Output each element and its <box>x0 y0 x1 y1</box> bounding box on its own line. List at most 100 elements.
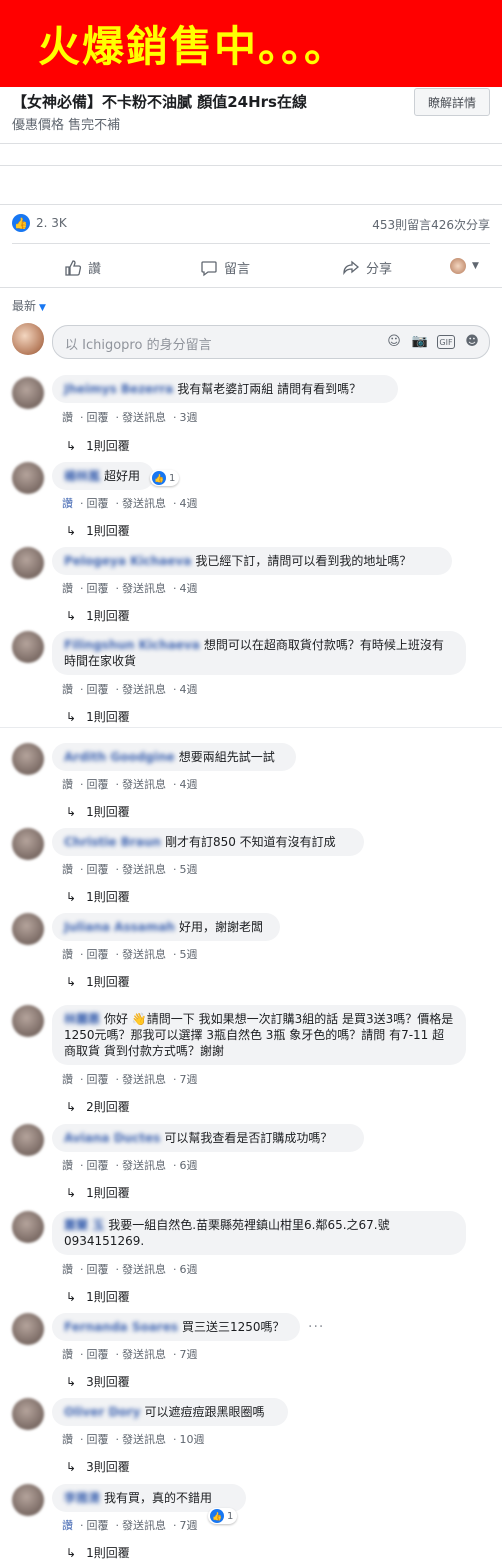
avatar[interactable] <box>12 828 44 860</box>
commenter-name[interactable]: Christie Braun <box>64 835 161 849</box>
comment-reply-link[interactable]: 回覆 <box>87 683 109 696</box>
commenter-name[interactable]: Pelogeya Kichaeva <box>64 554 191 568</box>
comment-reply-link[interactable]: 回覆 <box>87 863 109 876</box>
comment-like-link[interactable]: 讚 <box>62 1348 73 1361</box>
commenter-name[interactable]: 蕭蘭 玉 <box>64 1218 104 1232</box>
send-message-link[interactable]: 發送訊息 <box>122 582 166 595</box>
sticker-icon[interactable]: ☻ <box>463 332 481 350</box>
send-message-link[interactable]: 發送訊息 <box>122 1519 166 1532</box>
commenter-name[interactable]: Fernanda Soares <box>64 1320 178 1334</box>
avatar[interactable] <box>12 743 44 775</box>
comment-like-link[interactable]: 讚 <box>62 582 73 595</box>
view-replies-link[interactable]: ↳ 1則回覆 <box>66 803 130 820</box>
send-message-link[interactable]: 發送訊息 <box>122 683 166 696</box>
send-message-link[interactable]: 發送訊息 <box>122 1073 166 1086</box>
comment-time[interactable]: 5週 <box>180 863 198 876</box>
comment-like-link[interactable]: 讚 <box>62 497 73 510</box>
view-replies-link[interactable]: ↳ 1則回覆 <box>66 607 130 624</box>
camera-icon[interactable]: 📷 <box>411 332 429 350</box>
send-message-link[interactable]: 發送訊息 <box>122 778 166 791</box>
avatar[interactable] <box>12 462 44 494</box>
commenter-name[interactable]: Filingshun Kichaeva <box>64 638 200 652</box>
reaction-count[interactable]: 👍 1 <box>208 1508 238 1524</box>
page-selector[interactable]: ▼ <box>450 258 479 274</box>
comment-like-link[interactable]: 讚 <box>62 411 73 424</box>
emoji-icon[interactable]: ☺ <box>385 332 403 350</box>
view-replies-link[interactable]: ↳ 1則回覆 <box>66 888 130 905</box>
comment-like-link[interactable]: 讚 <box>62 778 73 791</box>
view-replies-link[interactable]: ↳ 1則回覆 <box>66 708 130 725</box>
comment-reply-link[interactable]: 回覆 <box>87 1519 109 1532</box>
share-button[interactable]: 分享 <box>342 258 392 277</box>
send-message-link[interactable]: 發送訊息 <box>122 1348 166 1361</box>
comment-button[interactable]: 留言 <box>200 258 250 277</box>
comment-like-link[interactable]: 讚 <box>62 948 73 961</box>
like-button[interactable]: 讚 <box>64 258 101 277</box>
comment-share-count[interactable]: 453則留言426次分享 <box>372 216 490 233</box>
avatar[interactable] <box>12 1313 44 1345</box>
comment-time[interactable]: 4週 <box>180 582 198 595</box>
avatar[interactable] <box>12 913 44 945</box>
comment-time[interactable]: 10週 <box>180 1433 205 1446</box>
sort-dropdown[interactable]: 最新 ▼ <box>12 297 46 314</box>
learn-more-button[interactable]: 瞭解詳情 <box>414 88 490 116</box>
commenter-name[interactable]: Ardith Goodgine <box>64 750 175 764</box>
comment-reply-link[interactable]: 回覆 <box>87 411 109 424</box>
avatar[interactable] <box>12 377 44 409</box>
comment-time[interactable]: 4週 <box>180 683 198 696</box>
comment-reply-link[interactable]: 回覆 <box>87 1433 109 1446</box>
reaction-count[interactable]: 👍 1 <box>150 470 180 486</box>
gif-icon[interactable]: GIF <box>437 335 455 349</box>
avatar[interactable] <box>12 1398 44 1430</box>
comment-reply-link[interactable]: 回覆 <box>87 1348 109 1361</box>
view-replies-link[interactable]: ↳ 1則回覆 <box>66 1184 130 1201</box>
comment-like-link[interactable]: 讚 <box>62 1433 73 1446</box>
send-message-link[interactable]: 發送訊息 <box>122 497 166 510</box>
view-replies-link[interactable]: ↳ 1則回覆 <box>66 522 130 539</box>
avatar[interactable] <box>12 1211 44 1243</box>
like-count[interactable]: 2. 3K <box>36 216 67 230</box>
comment-time[interactable]: 7週 <box>180 1073 198 1086</box>
comment-time[interactable]: 6週 <box>180 1159 198 1172</box>
comment-time[interactable]: 7週 <box>180 1348 198 1361</box>
comment-reply-link[interactable]: 回覆 <box>87 1159 109 1172</box>
commenter-name[interactable]: 李雅清 <box>64 1491 100 1505</box>
comment-like-link[interactable]: 讚 <box>62 683 73 696</box>
avatar[interactable] <box>12 547 44 579</box>
comment-like-link[interactable]: 讚 <box>62 863 73 876</box>
commenter-name[interactable]: 楊林嵐 <box>64 469 100 483</box>
comment-reply-link[interactable]: 回覆 <box>87 1263 109 1276</box>
comment-like-link[interactable]: 讚 <box>62 1519 73 1532</box>
view-replies-link[interactable]: ↳ 1則回覆 <box>66 973 130 990</box>
send-message-link[interactable]: 發送訊息 <box>122 863 166 876</box>
view-replies-link[interactable]: ↳ 1則回覆 <box>66 1544 130 1561</box>
comment-time[interactable]: 4週 <box>180 497 198 510</box>
comment-time[interactable]: 6週 <box>180 1263 198 1276</box>
avatar[interactable] <box>12 1484 44 1516</box>
send-message-link[interactable]: 發送訊息 <box>122 1159 166 1172</box>
comment-time[interactable]: 5週 <box>180 948 198 961</box>
send-message-link[interactable]: 發送訊息 <box>122 411 166 424</box>
commenter-name[interactable]: Oliver Dory <box>64 1405 140 1419</box>
avatar[interactable] <box>12 1124 44 1156</box>
comment-reply-link[interactable]: 回覆 <box>87 497 109 510</box>
view-replies-link[interactable]: ↳ 1則回覆 <box>66 1288 130 1305</box>
comment-input[interactable]: 以 Ichigopro 的身分留言 ☺ 📷 GIF ☻ <box>52 325 490 359</box>
commenter-name[interactable]: 林麗惠 <box>64 1012 100 1026</box>
more-options-icon[interactable]: ··· <box>308 1319 324 1335</box>
send-message-link[interactable]: 發送訊息 <box>122 1263 166 1276</box>
send-message-link[interactable]: 發送訊息 <box>122 1433 166 1446</box>
comment-reply-link[interactable]: 回覆 <box>87 948 109 961</box>
view-replies-link[interactable]: ↳ 2則回覆 <box>66 1098 130 1115</box>
commenter-name[interactable]: Juliana Assamah <box>64 920 175 934</box>
avatar[interactable] <box>12 631 44 663</box>
comment-time[interactable]: 7週 <box>180 1519 198 1532</box>
comment-like-link[interactable]: 讚 <box>62 1263 73 1276</box>
comment-time[interactable]: 3週 <box>180 411 198 424</box>
commenter-name[interactable]: Jheimys Bezerra <box>64 382 173 396</box>
commenter-name[interactable]: Aviana Ductes <box>64 1131 160 1145</box>
comment-like-link[interactable]: 讚 <box>62 1159 73 1172</box>
view-replies-link[interactable]: ↳ 3則回覆 <box>66 1373 130 1390</box>
send-message-link[interactable]: 發送訊息 <box>122 948 166 961</box>
view-replies-link[interactable]: ↳ 3則回覆 <box>66 1458 130 1475</box>
